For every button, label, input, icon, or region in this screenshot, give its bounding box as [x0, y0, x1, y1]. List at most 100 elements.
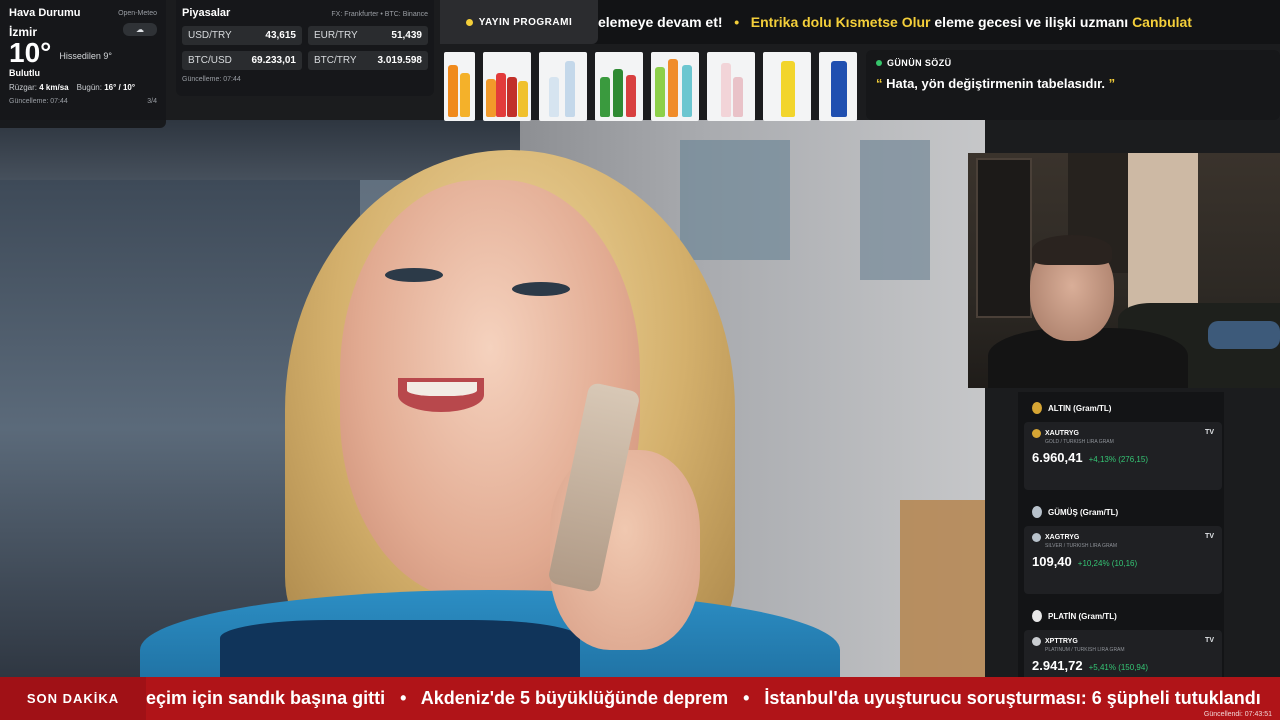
market-label: EUR/TRY [314, 30, 358, 41]
markets-widget: Piyasalar FX: Frankfurter • BTC: Binance… [176, 0, 434, 96]
wind-label: Rüzgar: [9, 83, 38, 92]
quote-close-mark: ” [1108, 76, 1116, 91]
metal-price: 2.941,72 [1032, 658, 1083, 673]
quote-label: GÜNÜN SÖZÜ [887, 58, 952, 68]
breaking-updated: Güncellendi: 07:43:51 [1203, 711, 1272, 718]
markets-updated: Güncelleme: 07:44 [182, 76, 241, 83]
energy-drink-can [819, 52, 857, 121]
microphone [1208, 321, 1280, 349]
wind-value: 4 km/sa [39, 83, 69, 92]
coin-icon [1032, 637, 1041, 646]
metal-change: +10,24% (10,16) [1077, 559, 1138, 568]
cloud-icon: ☁ [123, 22, 157, 36]
metal-subtitle: GOLD / TURKISH LIRA GRAM [1045, 439, 1114, 445]
medal-icon [1032, 506, 1042, 518]
metal-price: 6.960,41 [1032, 450, 1083, 465]
news-item: Akdeniz'de 5 büyüklüğünde deprem [420, 688, 729, 708]
quote-text: Hata, yön değiştirmenin tabelasıdır. [886, 76, 1106, 91]
metal-card[interactable]: XAUTRYG GOLD / TURKISH LIRA GRAM 6.960,4… [1024, 422, 1222, 490]
schedule-tag-label: YAYIN PROGRAMI [478, 16, 573, 28]
market-value: 69.233,01 [251, 55, 297, 66]
dark-shirt [220, 620, 580, 677]
background-door [976, 158, 1032, 318]
weather-condition: Bulutlu [9, 68, 40, 78]
orange-building [900, 500, 985, 677]
ticker-highlight: Canbulat [1132, 14, 1192, 30]
sponsor-products [444, 52, 860, 121]
ticker-part: eleme gecesi ve ilişki uzmanı [934, 14, 1129, 30]
live-dot-icon [465, 18, 473, 26]
metal-change: +4,13% (276,15) [1088, 455, 1148, 464]
markets-title: Piyasalar [182, 7, 231, 19]
quote-open-mark: “ [876, 76, 883, 91]
market-label: USD/TRY [188, 30, 232, 41]
woman-eye [385, 268, 443, 282]
metal-title: ALTIN (Gram/TL) [1048, 403, 1112, 413]
ticker-highlight: Entrika dolu Kısmetse Olur [750, 14, 931, 30]
breaking-news-bar: SON DAKİKA eçim için sandık başına gitti… [0, 677, 1280, 720]
today-value: 16° / 10° [104, 83, 136, 92]
building-window [860, 140, 930, 280]
coin-icon [1032, 429, 1041, 438]
metal-symbol: XAUTRYG [1045, 430, 1079, 437]
medal-icon [1032, 402, 1042, 414]
news-separator: • [400, 688, 407, 708]
market-label: BTC/USD [188, 55, 232, 66]
woman-teeth [407, 382, 477, 396]
news-item: eçim için sandık başına gitti [146, 688, 386, 708]
mixed-soda-bottles [483, 52, 531, 121]
weather-updated: Güncelleme: 07:44 [9, 98, 68, 105]
water-bottles [539, 52, 587, 121]
quote-widget: GÜNÜN SÖZÜ “ Hata, yön değiştirmenin tab… [866, 50, 1280, 120]
metals-panel: ALTIN (Gram/TL) XAUTRYG GOLD / TURKISH L… [1018, 392, 1224, 690]
metal-symbol: XAGTRYG [1045, 534, 1080, 541]
breaking-news-text: eçim için sandık başına gitti • Akdeniz'… [146, 677, 1261, 720]
market-value: 3.019.598 [377, 55, 423, 66]
top-ticker: YAYIN PROGRAMI elemeye devam et! • Entri… [440, 0, 1280, 44]
yellow-lemonade-bottle [763, 52, 811, 121]
ticker-part: elemeye devam et! [598, 14, 723, 30]
streamer-hair [1032, 235, 1112, 265]
ticker-text: elemeye devam et! • Entrika dolu Kısmets… [598, 0, 1192, 44]
pink-water-bottles [707, 52, 755, 121]
tradingview-logo: TV [1205, 637, 1214, 644]
weather-title: Hava Durumu [9, 7, 81, 19]
woman-eye [512, 282, 570, 296]
metal-symbol: XPTTRYG [1045, 638, 1078, 645]
green-soda-bottles [595, 52, 643, 121]
market-item-btctry: BTC/TRY 3.019.598 [308, 51, 428, 70]
metal-card[interactable]: XAGTRYG SILVER / TURKISH LIRA GRAM 109,4… [1024, 526, 1222, 594]
market-value: 43,615 [265, 30, 296, 41]
weather-temperature: 10° [9, 37, 52, 68]
background-wall [1128, 153, 1198, 313]
markets-source: FX: Frankfurter • BTC: Binance [331, 11, 428, 18]
weather-widget: Hava Durumu Open-Meteo İzmir ☁ 10° Hisse… [0, 0, 166, 128]
metal-title: GÜMÜŞ (Gram/TL) [1048, 507, 1119, 517]
metal-silver: GÜMÜŞ (Gram/TL) XAGTRYG SILVER / TURKISH… [1024, 506, 1222, 594]
coin-icon [1032, 533, 1041, 542]
metal-gold: ALTIN (Gram/TL) XAUTRYG GOLD / TURKISH L… [1024, 402, 1222, 490]
schedule-tag: YAYIN PROGRAMI [440, 0, 598, 44]
market-value: 51,439 [391, 30, 422, 41]
market-label: BTC/TRY [314, 55, 357, 66]
orange-soda-bottles [444, 52, 475, 121]
ticker-separator: • [734, 14, 740, 30]
market-item-eurtry: EUR/TRY 51,439 [308, 26, 428, 45]
flavored-soda-bottles [651, 52, 699, 121]
status-dot-icon [876, 60, 882, 66]
main-video [0, 120, 985, 677]
market-item-usdtry: USD/TRY 43,615 [182, 26, 302, 45]
metal-price: 109,40 [1032, 554, 1072, 569]
weather-page: 3/4 [147, 98, 157, 105]
streamer-webcam [968, 153, 1280, 388]
tradingview-logo: TV [1205, 429, 1214, 436]
metal-subtitle: PLATINUM / TURKISH LIRA GRAM [1045, 647, 1125, 653]
weather-feels-like: Hissedilen 9° [59, 51, 112, 61]
today-label: Bugün: [76, 83, 102, 92]
building-window [680, 140, 790, 260]
news-item: İstanbul'da uyuşturucu soruşturması: 6 ş… [764, 688, 1261, 708]
metal-title: PLATİN (Gram/TL) [1048, 611, 1117, 621]
metal-change: +5,41% (150,94) [1088, 663, 1148, 672]
news-separator: • [743, 688, 750, 708]
medal-icon [1032, 610, 1042, 622]
